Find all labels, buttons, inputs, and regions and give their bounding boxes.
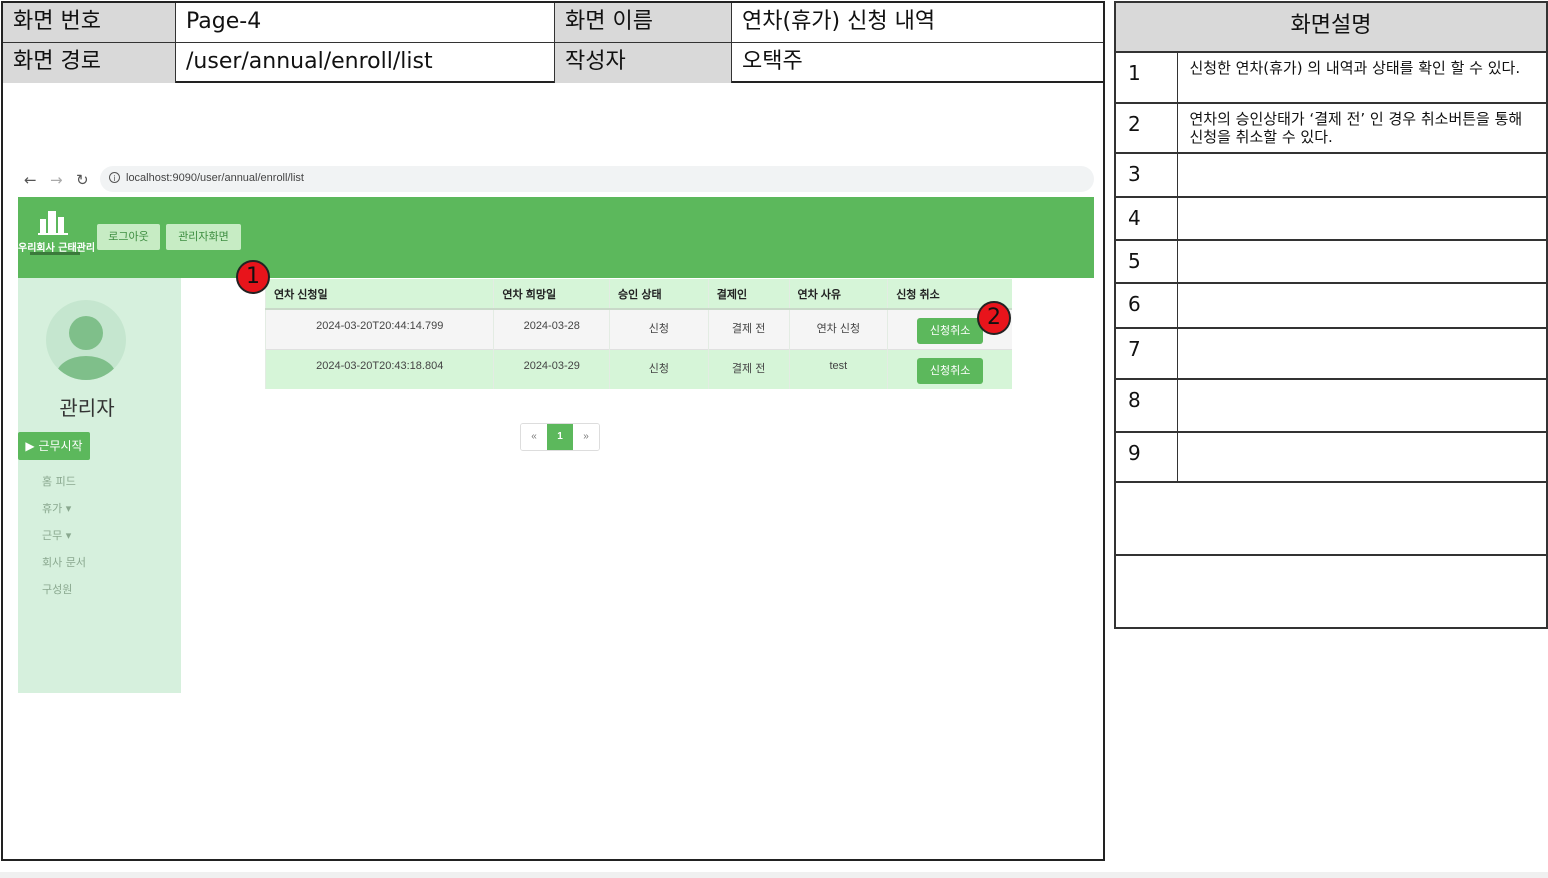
description-blank-row (1114, 554, 1548, 629)
author-label: 작성자 (555, 43, 732, 83)
screen-path-value: /user/annual/enroll/list (176, 43, 555, 83)
app-header: 우리회사 근태관리 로그아웃 관리자화면 (18, 197, 1094, 278)
table-row: 2024-03-20T20:44:14.799 2024-03-28 신청 결제… (264, 308, 1012, 349)
description-no: 2 (1114, 102, 1178, 154)
description-text (1176, 431, 1548, 483)
sidebar-item-home-feed[interactable]: 홈 피드 (42, 473, 76, 489)
admin-page-button[interactable]: 관리자화면 (166, 224, 241, 250)
description-no: 6 (1114, 282, 1178, 329)
logout-button[interactable]: 로그아웃 (97, 224, 160, 250)
description-blank-row (1114, 481, 1548, 556)
col-reason: 연차 사유 (788, 279, 888, 310)
description-no: 7 (1114, 327, 1178, 380)
screen-description-table: 화면설명 1 신청한 연차(휴가) 의 내역과 상태를 확인 할 수 있다. 2… (1114, 1, 1548, 629)
avatar (46, 300, 126, 380)
pagination-next[interactable]: » (573, 424, 599, 450)
description-no: 4 (1114, 196, 1178, 241)
screen-no-value: Page-4 (176, 3, 555, 43)
pagination: « 1 » (520, 423, 600, 451)
pagination-page[interactable]: 1 (547, 424, 573, 450)
table-row: 2024-03-20T20:43:18.804 2024-03-29 신청 결제… (264, 348, 1012, 389)
leave-request-table: 연차 신청일 연차 희망일 승인 상태 결제인 연차 사유 신청 취소 2024… (264, 279, 1012, 389)
applied-date-cell: 2024-03-20T20:43:18.804 (264, 348, 494, 389)
approver-cell: 결제 전 (707, 348, 789, 389)
col-wish-date: 연차 희망일 (493, 279, 610, 310)
building-logo-icon[interactable] (38, 209, 68, 235)
description-text (1176, 327, 1548, 380)
page-bottom-strip (0, 872, 1548, 878)
description-no: 3 (1114, 152, 1178, 198)
url-text[interactable]: localhost:9090/user/annual/enroll/list (126, 172, 304, 184)
start-work-button[interactable]: ▶ 근무시작 (18, 432, 90, 460)
screen-name-label: 화면 이름 (555, 3, 732, 43)
sidebar-item-work[interactable]: 근무 ▾ (42, 527, 71, 543)
cancel-request-button[interactable]: 신청취소 (917, 357, 984, 384)
wish-date-cell: 2024-03-28 (493, 308, 610, 349)
description-no: 5 (1114, 239, 1178, 284)
approver-cell: 결제 전 (707, 308, 789, 349)
description-no: 9 (1114, 431, 1178, 483)
sidebar-item-members[interactable]: 구성원 (42, 581, 72, 597)
description-title: 화면설명 (1114, 1, 1548, 53)
address-bar[interactable]: i localhost:9090/user/annual/enroll/list (100, 166, 1094, 192)
browser-toolbar: ← → ↻ i localhost:9090/user/annual/enrol… (18, 166, 1094, 194)
reason-cell: 연차 신청 (788, 308, 888, 349)
description-no: 1 (1114, 51, 1178, 104)
arrow-right-icon[interactable]: → (50, 171, 63, 189)
screen-name-value: 연차(휴가) 신청 내역 (732, 3, 1103, 43)
description-text (1176, 196, 1548, 241)
username: 관리자 (59, 396, 115, 420)
annotation-marker-2: 2 (977, 301, 1011, 335)
description-text (1176, 152, 1548, 198)
description-text (1176, 239, 1548, 284)
reload-icon[interactable]: ↻ (76, 171, 89, 189)
col-approver: 결제인 (707, 279, 789, 310)
sidebar: 관리자 ▶ 근무시작 홈 피드 휴가 ▾ 근무 ▾ 회사 문서 구성원 (18, 278, 181, 693)
description-text (1176, 282, 1548, 329)
sidebar-item-company-docs[interactable]: 회사 문서 (42, 554, 86, 570)
table-header-row: 연차 신청일 연차 희망일 승인 상태 결제인 연차 사유 신청 취소 (264, 279, 1012, 310)
description-text: 신청한 연차(휴가) 의 내역과 상태를 확인 할 수 있다. (1176, 51, 1548, 104)
screen-no-label: 화면 번호 (3, 3, 176, 43)
arrow-left-icon[interactable]: ← (24, 171, 37, 189)
status-cell: 신청 (609, 308, 709, 349)
cancel-cell: 신청취소 (887, 348, 1012, 389)
reason-cell: test (788, 348, 888, 389)
author-value: 오택주 (742, 49, 803, 74)
col-applied-date: 연차 신청일 (264, 279, 494, 310)
applied-date-cell: 2024-03-20T20:44:14.799 (264, 308, 494, 349)
logo-underline (30, 252, 80, 255)
description-text: 연차의 승인상태가 ‘결제 전’ 인 경우 취소버튼을 통해 신청을 취소할 수… (1176, 102, 1548, 154)
sidebar-item-vacation[interactable]: 휴가 ▾ (42, 500, 71, 516)
description-no: 8 (1114, 378, 1178, 433)
pagination-prev[interactable]: « (521, 424, 547, 450)
screen-meta-table: 화면 번호 Page-4 화면 이름 연차(휴가) 신청 내역 화면 경로 /u… (1, 1, 1105, 83)
info-icon[interactable]: i (109, 172, 120, 183)
cancel-request-button[interactable]: 신청취소 (917, 318, 984, 344)
wish-date-cell: 2024-03-29 (493, 348, 610, 389)
description-text (1176, 378, 1548, 433)
screen-path-label: 화면 경로 (3, 43, 176, 83)
annotation-marker-1: 1 (236, 260, 270, 294)
status-cell: 신청 (609, 348, 709, 389)
col-approval-status: 승인 상태 (609, 279, 709, 310)
user-icon (69, 316, 103, 350)
